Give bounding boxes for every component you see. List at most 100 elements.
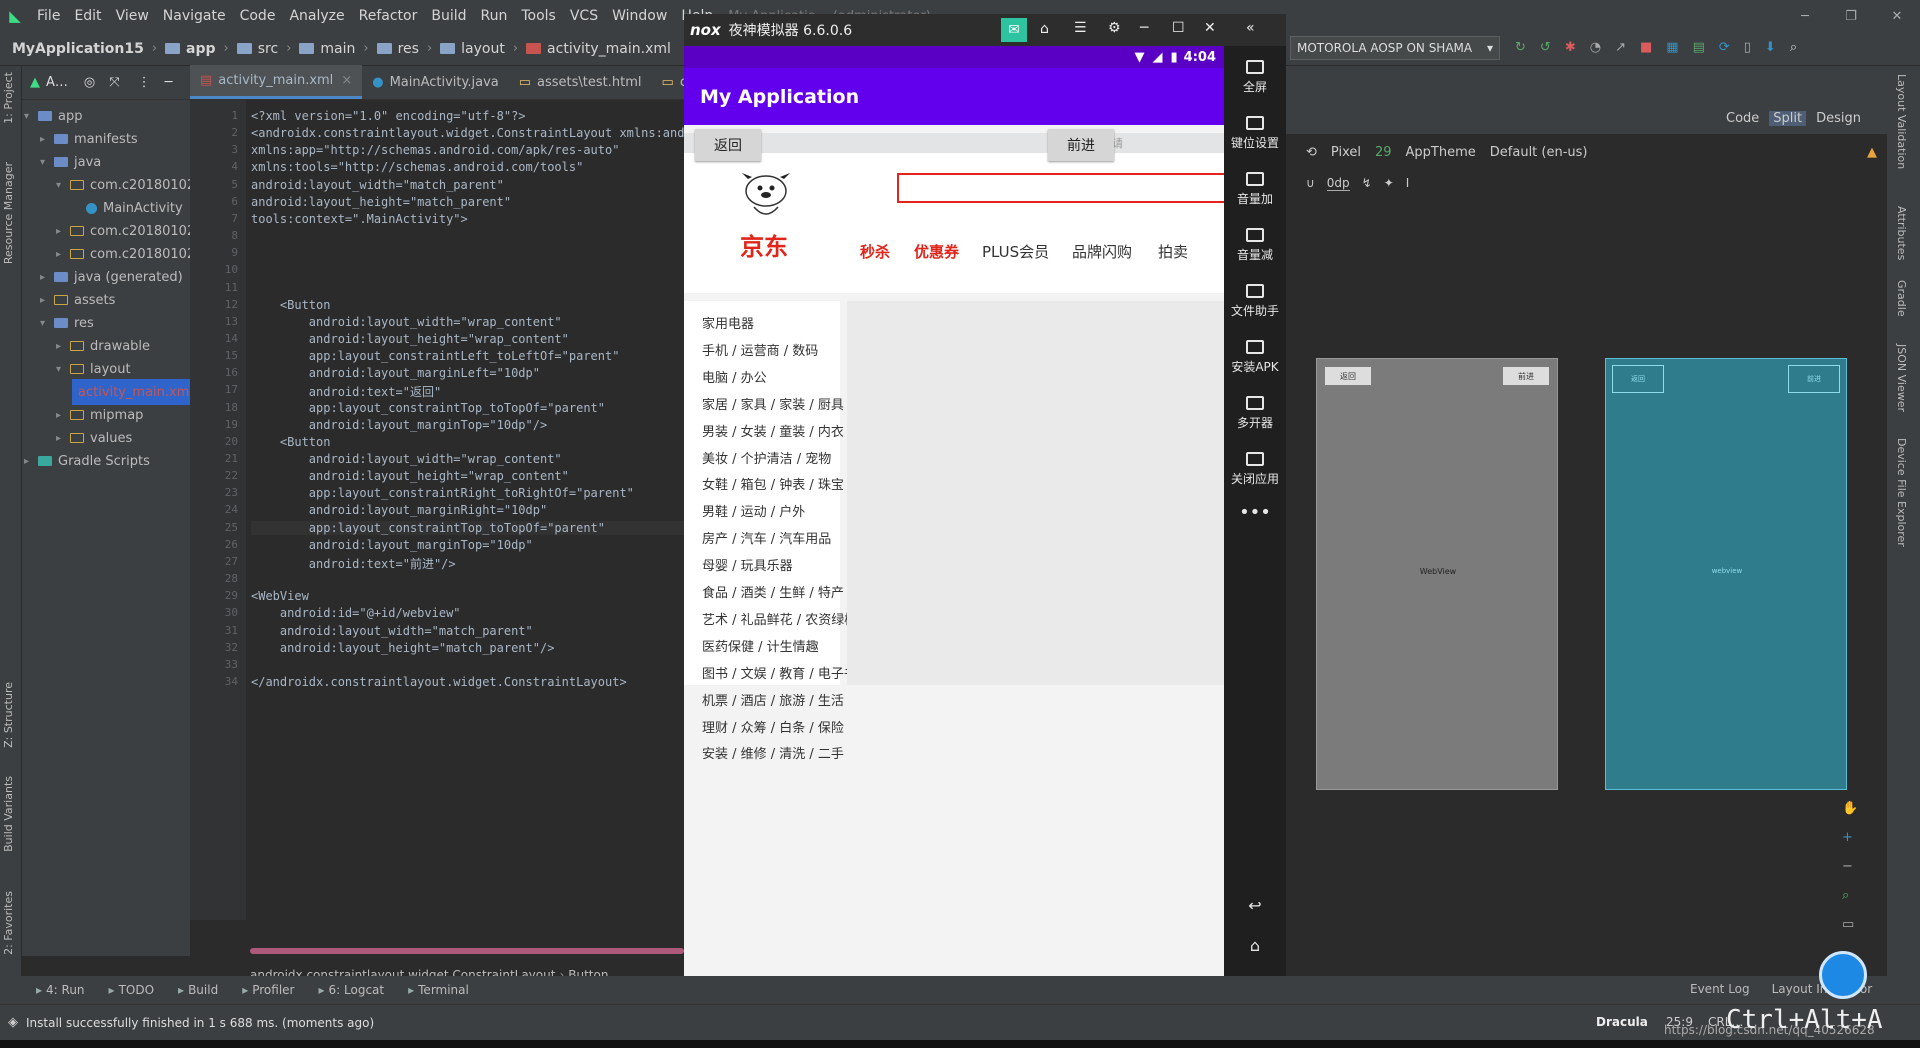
guidelines-icon[interactable]: I [1406, 176, 1410, 190]
jd-category-item[interactable]: 家用电器 [702, 313, 754, 332]
menu-tools[interactable]: Tools [514, 8, 563, 24]
tree-item[interactable]: ▸ Gradle Scripts [24, 448, 150, 474]
terminal-icon[interactable]: ▤ [1693, 40, 1705, 55]
chevron-right-icon[interactable]: ▸ [40, 272, 54, 283]
locate-icon[interactable]: ◎ [84, 75, 95, 90]
jd-category-item[interactable]: 手机 / 运营商 / 数码 [702, 340, 818, 359]
bottom-tool-0[interactable]: ▸ 4: Run [24, 983, 97, 997]
close-icon[interactable]: ✕ [1874, 0, 1920, 32]
sync-icon[interactable]: ⟳ [1719, 40, 1730, 55]
design-preview[interactable]: 返回 前进 WebView [1316, 358, 1558, 790]
jd-category-item[interactable]: 男鞋 / 运动 / 户外 [702, 501, 805, 520]
pan-icon[interactable]: ✋ [1842, 801, 1858, 816]
theme-indicator[interactable]: Dracula [1596, 1015, 1648, 1029]
menu-build[interactable]: Build [424, 8, 473, 24]
sdk-manager-icon[interactable]: ⬇ [1765, 40, 1776, 55]
chevron-down-icon[interactable]: ▾ [56, 364, 70, 375]
sidebar-file-helper[interactable]: 文件助手 [1224, 284, 1286, 319]
menu-view[interactable]: View [109, 8, 156, 24]
sidebar-keymap[interactable]: 键位设置 [1224, 116, 1286, 151]
chevron-right-icon[interactable]: ▸ [56, 249, 70, 260]
editor-tab[interactable]: ▤ activity_main.xml × [190, 65, 363, 99]
sidebar-install-apk[interactable]: 安装APK [1224, 340, 1286, 375]
orientation-icon[interactable]: ⟲ [1306, 145, 1317, 160]
menu-edit[interactable]: Edit [67, 8, 108, 24]
device-dropdown[interactable]: Pixel [1331, 145, 1361, 160]
jd-category-item[interactable]: 家居 / 家具 / 家装 / 厨具 [702, 394, 844, 413]
tab-json-viewer[interactable]: JSON Viewer [1895, 344, 1908, 412]
tab-gradle[interactable]: Gradle [1895, 280, 1908, 317]
breadcrumb-item[interactable]: MyApplication15 [8, 41, 148, 57]
debug-icon[interactable]: ✱ [1565, 40, 1576, 55]
warning-icon[interactable]: ▲ [1867, 145, 1877, 160]
more-icon[interactable]: ⋮ [138, 75, 151, 90]
zoom-fit-icon[interactable]: ⌕ [1842, 888, 1858, 903]
tab-layout-validation[interactable]: Layout Validation [1895, 74, 1908, 169]
menu-vcs[interactable]: VCS [563, 8, 605, 24]
tab-attributes[interactable]: Attributes [1895, 206, 1908, 260]
menu-analyze[interactable]: Analyze [282, 8, 351, 24]
preview-forward-button[interactable]: 前进 [1503, 367, 1549, 385]
preview-back-button[interactable]: 返回 [1325, 367, 1371, 385]
tab-device-file-explorer[interactable]: Device File Explorer [1895, 438, 1908, 547]
close-tab-icon[interactable]: × [341, 73, 352, 88]
back-button[interactable]: 返回 [695, 129, 761, 161]
android-screen[interactable]: ▼ ◢ ▮ 4:04 My Application 你好 请 [684, 46, 1224, 1007]
tab-favorites[interactable]: 2: Favorites [2, 891, 15, 955]
code-area[interactable]: <?xml version="1.0" encoding="utf-8"?> <a… [190, 100, 721, 920]
chevron-right-icon[interactable]: ▸ [56, 433, 70, 444]
zoom-actual-icon[interactable]: ▭ [1842, 917, 1858, 932]
hide-icon[interactable]: ─ [165, 75, 173, 90]
more-icon[interactable]: ••• [1224, 502, 1286, 523]
webview[interactable]: 你好 请 京东 秒杀优惠券PLUS会员品 [684, 125, 1224, 1005]
jd-category-item[interactable]: 机票 / 酒店 / 旅游 / 生活 [702, 690, 844, 709]
chevron-down-icon[interactable]: ▾ [40, 157, 54, 168]
jd-nav-item[interactable]: 拍卖 [1158, 241, 1188, 262]
bottom-tool-1[interactable]: ▸ TODO [97, 983, 167, 997]
breadcrumb-item[interactable]: main [295, 41, 359, 57]
mode-design[interactable]: Design [1816, 111, 1861, 126]
avd-manager-icon[interactable]: ▯ [1744, 40, 1751, 55]
android-back-icon[interactable]: ↩ [1224, 896, 1286, 915]
restore-icon[interactable]: ❐ [1828, 0, 1874, 32]
tab-project[interactable]: 1: Project [2, 72, 15, 124]
bottom-tool-4[interactable]: ▸ 6: Logcat [306, 983, 396, 997]
profile-icon[interactable]: ◔ [1590, 40, 1601, 55]
jd-category-item[interactable]: 图书 / 文娱 / 教育 / 电子书 [702, 663, 857, 682]
chevron-right-icon[interactable]: ▸ [56, 410, 70, 421]
jd-category-item[interactable]: 美妆 / 个护清洁 / 宠物 [702, 448, 831, 467]
menu-navigate[interactable]: Navigate [156, 8, 233, 24]
sidebar-fullscreen[interactable]: 全屏 [1224, 60, 1286, 95]
zoom-in-icon[interactable]: + [1842, 830, 1858, 845]
blueprint-preview[interactable]: 返回 前进 webview [1605, 358, 1847, 790]
zoom-out-icon[interactable]: − [1842, 859, 1858, 874]
chevron-right-icon[interactable]: ▸ [56, 341, 70, 352]
collapse-sidebar-icon[interactable]: « [1246, 20, 1255, 36]
jd-category-item[interactable]: 房产 / 汽车 / 汽车用品 [702, 528, 831, 547]
collapse-icon[interactable]: ⤧ [109, 75, 119, 90]
shirt-icon[interactable]: ⌂ [1040, 21, 1049, 37]
layout-icon[interactable]: ▦ [1666, 40, 1678, 55]
chevron-down-icon[interactable]: ▾ [56, 180, 70, 191]
breadcrumb-item[interactable]: app [161, 41, 220, 57]
magnet-icon[interactable]: ∪ [1306, 176, 1315, 190]
jd-nav-item[interactable]: 优惠券 [914, 241, 959, 262]
infer-constraints-icon[interactable]: ✦ [1384, 176, 1394, 190]
jd-mascot-logo[interactable]: 京东 [734, 171, 794, 261]
editor-tab[interactable]: ▭ assets\test.html [509, 65, 652, 99]
blueprint-back-button[interactable]: 返回 [1612, 365, 1664, 393]
sidebar-volume-down[interactable]: 音量减 [1224, 228, 1286, 263]
chevron-down-icon[interactable]: ▾ [24, 111, 38, 122]
breadcrumb-item[interactable]: layout [436, 41, 509, 57]
jd-nav-item[interactable]: PLUS会员 [982, 241, 1049, 262]
chevron-right-icon[interactable]: ▸ [24, 456, 38, 467]
tab-resource-manager[interactable]: Resource Manager [2, 162, 15, 264]
jd-search-input[interactable] [897, 173, 1224, 203]
search-icon[interactable]: ⌕ [1790, 40, 1797, 55]
tab-build-variants[interactable]: Build Variants [2, 776, 15, 852]
bottom-tool-3[interactable]: ▸ Profiler [230, 983, 306, 997]
project-view-selector[interactable]: A… [46, 75, 68, 90]
jd-category-item[interactable]: 安装 / 维修 / 清洗 / 二手 [702, 743, 844, 762]
menu-run[interactable]: Run [474, 8, 515, 24]
chevron-right-icon[interactable]: ▸ [40, 295, 54, 306]
